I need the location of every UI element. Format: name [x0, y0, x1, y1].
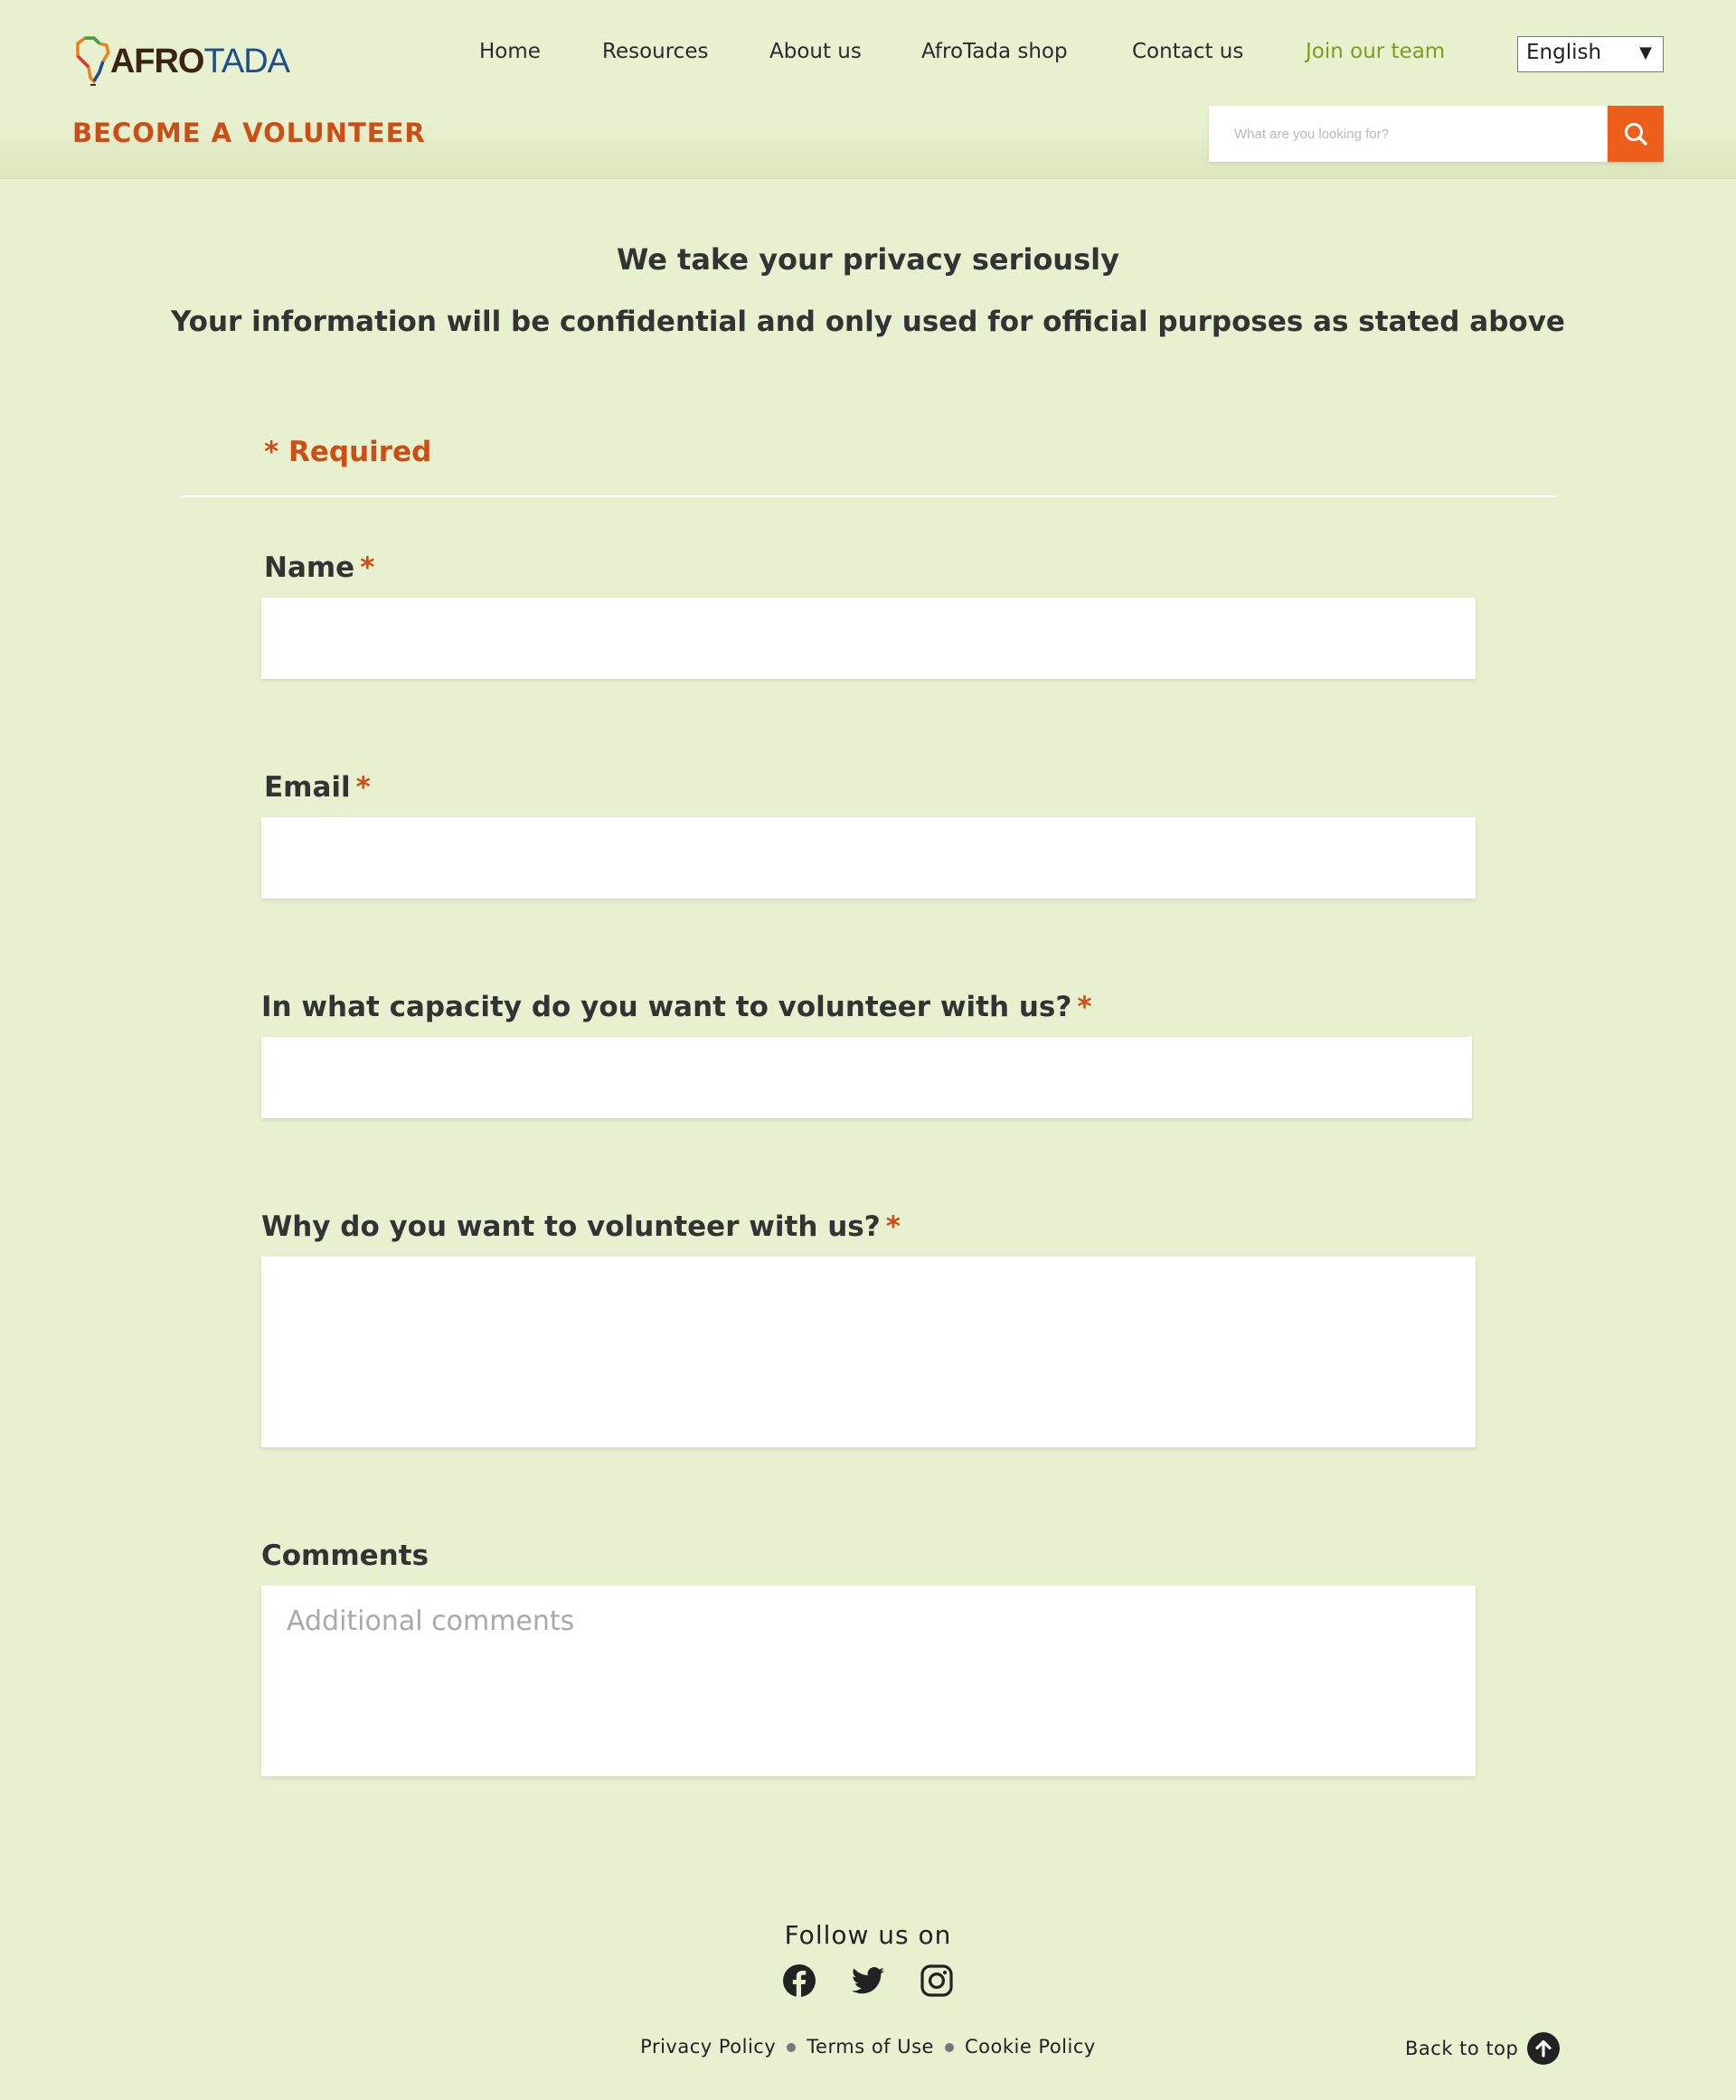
- back-to-top-label: Back to top: [1405, 2038, 1519, 2059]
- terms-of-use-link[interactable]: Terms of Use: [807, 2036, 934, 2058]
- follow-us-heading: Follow us on: [784, 1920, 952, 1950]
- email-label-text: Email: [264, 771, 351, 804]
- site-header: AFROTADA Home Resources About us AfroTad…: [0, 0, 1736, 179]
- search-button[interactable]: [1608, 106, 1664, 162]
- nav-home[interactable]: Home: [479, 40, 541, 63]
- required-note: * Required: [264, 436, 432, 468]
- facebook-link[interactable]: [782, 1963, 816, 1998]
- dropdown-arrow-icon: ▼: [1639, 43, 1652, 62]
- separator-dot: [944, 2043, 954, 2052]
- search-icon: [1625, 123, 1647, 146]
- facebook-icon: [783, 1964, 816, 1997]
- nav-join-our-team[interactable]: Join our team: [1306, 40, 1445, 63]
- nav-about-us[interactable]: About us: [769, 40, 862, 63]
- privacy-statement: Your information will be confidential an…: [171, 306, 1565, 338]
- search-input[interactable]: [1209, 106, 1608, 162]
- language-selected: English: [1526, 41, 1602, 64]
- why-textarea[interactable]: [261, 1257, 1476, 1447]
- language-select[interactable]: English ▼: [1517, 36, 1664, 72]
- arrow-up-icon: [1527, 2032, 1561, 2065]
- nav-contact-us[interactable]: Contact us: [1132, 40, 1243, 63]
- capacity-label: In what capacity do you want to voluntee…: [261, 991, 1092, 1023]
- required-star: *: [355, 771, 371, 804]
- capacity-label-text: In what capacity do you want to voluntee…: [261, 991, 1072, 1023]
- africa-map-icon: [76, 36, 110, 86]
- twitter-icon: [852, 1967, 884, 1994]
- why-label: Why do you want to volunteer with us? *: [261, 1210, 901, 1243]
- name-label: Name *: [264, 551, 374, 584]
- nav-resources[interactable]: Resources: [602, 40, 708, 63]
- afrotada-logo[interactable]: AFROTADA: [72, 34, 290, 89]
- twitter-link[interactable]: [851, 1963, 885, 1998]
- instagram-link[interactable]: [920, 1963, 954, 1998]
- capacity-field[interactable]: [261, 1037, 1472, 1118]
- logo-wordmark: AFROTADA: [109, 42, 290, 81]
- logo-afro: AFRO: [109, 42, 205, 80]
- required-star: *: [885, 1210, 901, 1243]
- email-field[interactable]: [261, 817, 1476, 899]
- cookie-policy-link[interactable]: Cookie Policy: [965, 2036, 1096, 2058]
- separator-dot: [787, 2043, 797, 2052]
- name-field[interactable]: [261, 598, 1476, 679]
- email-label: Email *: [264, 771, 371, 804]
- comments-label-text: Comments: [261, 1540, 429, 1572]
- nav-afrotada-shop[interactable]: AfroTada shop: [921, 40, 1068, 63]
- privacy-policy-link[interactable]: Privacy Policy: [640, 2036, 776, 2058]
- privacy-heading: We take your privacy seriously: [617, 242, 1119, 277]
- name-label-text: Name: [264, 551, 355, 584]
- comments-textarea[interactable]: [261, 1586, 1476, 1776]
- required-star: *: [1077, 991, 1092, 1023]
- why-label-text: Why do you want to volunteer with us?: [261, 1210, 881, 1243]
- required-star: *: [360, 551, 375, 584]
- comments-label: Comments: [261, 1540, 429, 1572]
- back-to-top-button[interactable]: Back to top: [1405, 2032, 1561, 2065]
- form-divider: [181, 495, 1557, 497]
- instagram-icon: [920, 1964, 953, 1997]
- logo-tada: TADA: [203, 42, 290, 80]
- page-title: BECOME A VOLUNTEER: [72, 118, 426, 148]
